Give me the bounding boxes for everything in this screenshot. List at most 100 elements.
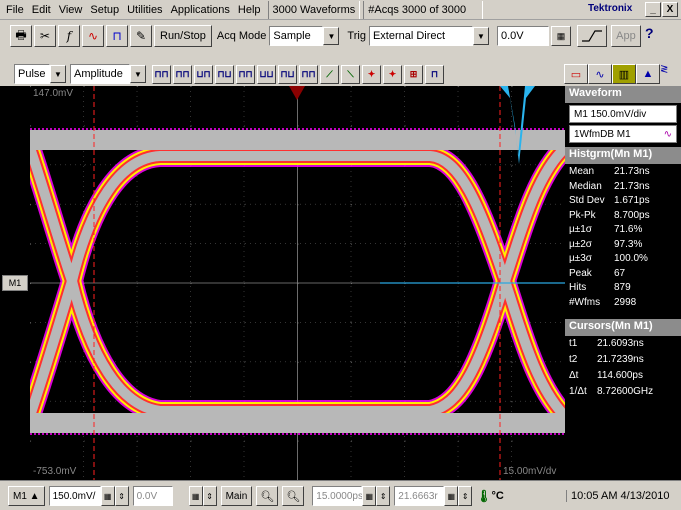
run-stop-button[interactable]: Run/Stop [154, 25, 212, 47]
acquisition-count: #Acqs 3000 of 3000 [363, 1, 484, 19]
trigger-level-input[interactable]: 0.0V [496, 26, 549, 46]
menu-utilities[interactable]: Utilities [123, 1, 166, 19]
measure-pulse-3-icon[interactable]: ⊔⊓ [194, 64, 213, 84]
zoom-out-icon[interactable]: 🔍︎ [282, 486, 305, 506]
horizontal-histogram-icon[interactable]: ▥ [612, 64, 636, 84]
menu-edit[interactable]: Edit [28, 1, 55, 19]
horizontal-scale-input[interactable]: 15.0000ps [312, 486, 363, 506]
measurement-bar: Pulse ▼ Amplitude ▼ ⊓⊓ ⊓⊓ ⊔⊓ ⊓⊔ ⊓⊓ ⊔⊔ ⊓⊔… [0, 62, 681, 86]
keypad-icon[interactable]: ▦ [188, 486, 203, 506]
measure-param-select[interactable]: Amplitude ▼ [70, 64, 146, 84]
trigger-source-value: External Direct [368, 26, 473, 46]
chevron-down-icon[interactable]: ▼ [323, 27, 340, 45]
channel-select-button[interactable]: M1 ▲ [8, 486, 45, 506]
measure-delay-icon[interactable]: ✦ [362, 64, 381, 84]
histogram-off-icon[interactable]: ▭ [564, 64, 588, 84]
measure-pulse-4-icon[interactable]: ⊓⊔ [215, 64, 234, 84]
histogram-row: Pk-Pk 8.700ps [569, 209, 650, 221]
chevron-down-icon[interactable]: ▼ [50, 65, 66, 83]
channel-label: M1 [13, 490, 27, 502]
measure-pulse-1-icon[interactable]: ⊓⊓ [152, 64, 171, 84]
temperature-icon: 🌡︎ [476, 489, 492, 503]
minimize-button[interactable]: _ [645, 2, 661, 17]
trigger-slope-icon[interactable] [576, 25, 607, 47]
spin-icon[interactable]: ⇕ [114, 486, 129, 506]
vertical-histogram-icon[interactable]: ▲ [636, 64, 660, 84]
menu-view[interactable]: View [55, 1, 87, 19]
menu-help[interactable]: Help [234, 1, 265, 19]
histogram-title: Histgrm(Mn M1) [565, 147, 681, 164]
menu-bar: File Edit View Setup Utilities Applicati… [0, 0, 681, 20]
eye-diagram-display[interactable] [30, 86, 565, 480]
cursor-row: t1 21.6093ns [569, 338, 644, 349]
bottom-voltage-label: -753.0mV [33, 466, 77, 477]
main-timebase-button[interactable]: Main [220, 486, 253, 506]
keypad-icon[interactable]: ▦ [100, 486, 115, 506]
measure-burst-icon[interactable]: ⊞ [404, 64, 423, 84]
waveform-icon[interactable]: ∿ [82, 25, 104, 47]
channel-marker[interactable]: M1 [2, 275, 28, 291]
spin-icon[interactable]: ⇕ [376, 486, 391, 506]
waveform-count: 3000 Waveforms [267, 1, 361, 19]
measure-width-icon[interactable]: ⊓ [425, 64, 444, 84]
side-panel: Waveform M1 150.0mV/div 1WfmDB M1 ∿ Hist… [565, 86, 681, 480]
app-button[interactable]: App [610, 25, 641, 47]
acq-mode-select[interactable]: Sample ▼ [269, 26, 340, 46]
measure-phase-icon[interactable]: ✦ [383, 64, 402, 84]
keypad-icon[interactable]: ▦ [362, 486, 377, 506]
measure-pulse-2-icon[interactable]: ⊓⊓ [173, 64, 192, 84]
cursor-row: Δt 114.600ps [569, 370, 643, 381]
trigger-source-select[interactable]: External Direct ▼ [368, 26, 489, 46]
menu-setup[interactable]: Setup [86, 1, 123, 19]
horizontal-position-input[interactable]: 21.6663r [394, 486, 445, 506]
top-voltage-label: 147.0mV [33, 88, 74, 99]
measure-param-value: Amplitude [70, 64, 130, 84]
measure-pulse-7-icon[interactable]: ⊓⊔ [278, 64, 297, 84]
measure-type-select[interactable]: Pulse ▼ [14, 64, 66, 84]
scope-screen: M1 147.0mV -753.0mV 15.00mV/dv [0, 86, 565, 480]
autoset-icon[interactable]: ⊓ [106, 25, 128, 47]
histogram-row: µ±2σ 97.3% [569, 238, 643, 250]
close-button[interactable]: X [662, 2, 678, 17]
measure-rise-icon[interactable]: ⟋ [320, 64, 339, 84]
waveform-display-icon[interactable]: ∿ [588, 64, 612, 84]
clock: 10:05 AM 4/13/2010 [566, 490, 669, 502]
print-icon[interactable]: 🖶 [10, 25, 32, 47]
measure-pulse-6-icon[interactable]: ⊔⊔ [257, 64, 276, 84]
eraser-icon[interactable]: ✎ [130, 25, 152, 47]
brand-logo: Tektronix [588, 3, 633, 14]
keypad-icon[interactable]: ▦ [550, 26, 571, 46]
spin-icon[interactable]: ⇕ [202, 486, 217, 506]
histogram-row: Hits 879 [569, 282, 631, 293]
measure-fall-icon[interactable]: ⟍ [341, 64, 360, 84]
waveform-scale: M1 150.0mV/div [574, 108, 647, 120]
menu-applications[interactable]: Applications [167, 1, 234, 19]
tools-icon[interactable]: ✂ [34, 25, 56, 47]
histogram-row: Std Dev 1.671ps [569, 195, 650, 206]
scroll-icon[interactable]: ≷ [660, 64, 670, 84]
keypad-icon[interactable]: ▦ [444, 486, 459, 506]
measure-pulse-8-icon[interactable]: ⊓⊓ [299, 64, 318, 84]
math-function-icon[interactable]: f [58, 25, 80, 47]
cursors-title: Cursors(Mn M1) [565, 319, 681, 336]
spin-icon[interactable]: ⇕ [458, 486, 473, 506]
histogram-row: µ±1σ 71.6% [569, 224, 643, 235]
toolbar: 🖶 ✂ f ∿ ⊓ ✎ Run/Stop Acq Mode Sample ▼ T… [0, 21, 681, 51]
wfmdb-box[interactable]: 1WfmDB M1 ∿ [569, 125, 677, 143]
histogram-row: Median 21.73ns [569, 180, 650, 192]
waveform-scale-box[interactable]: M1 150.0mV/div [569, 105, 677, 123]
menu-file[interactable]: File [2, 1, 28, 19]
chevron-down-icon[interactable]: ▼ [130, 65, 146, 83]
scale-label: 15.00mV/dv [503, 466, 557, 477]
chevron-down-icon[interactable]: ▼ [472, 27, 489, 45]
measure-pulse-5-icon[interactable]: ⊓⊓ [236, 64, 255, 84]
temperature-label: °C [491, 490, 504, 502]
trig-label: Trig [347, 30, 366, 42]
cursors-list: t1 21.6093ns t2 21.7239ns Δt 114.600ps 1/Δt… [565, 336, 681, 402]
help-icon[interactable]: ? [645, 25, 665, 47]
offset-input[interactable]: 0.0V [132, 486, 173, 506]
waveform-color-icon: ∿ [663, 128, 672, 140]
vertical-scale-input[interactable]: 150.0mV/ [48, 486, 101, 506]
wfmdb-label: 1WfmDB M1 [574, 128, 631, 140]
zoom-in-icon[interactable]: 🔍︎ [256, 486, 279, 506]
